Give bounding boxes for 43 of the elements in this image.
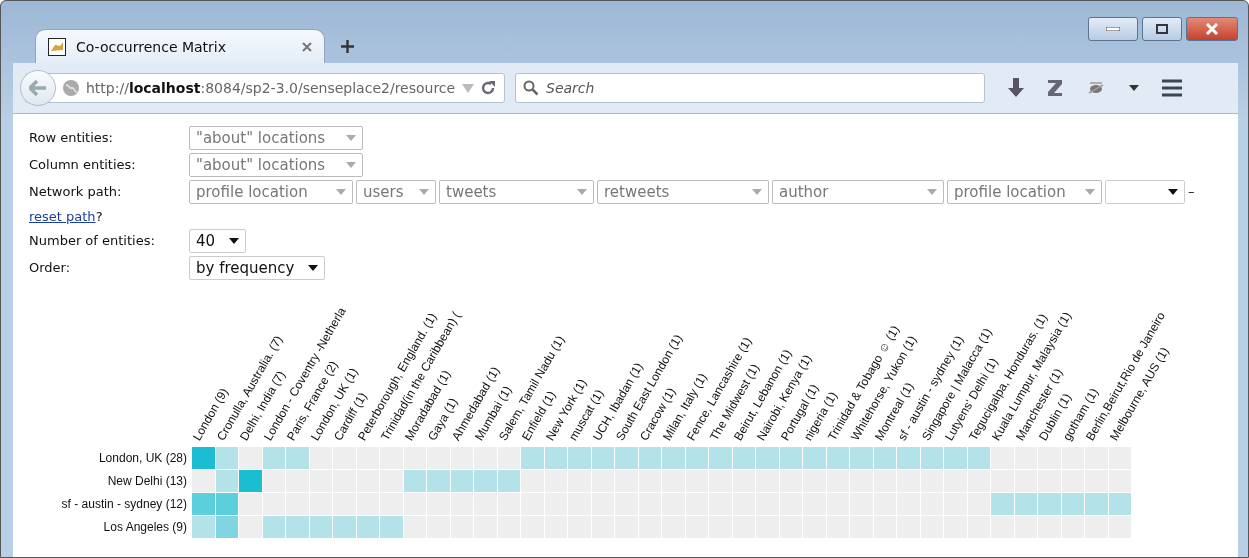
tab-title: Co-occurrence Matrix (76, 38, 228, 55)
dropdown-select[interactable]: 40 (189, 228, 247, 253)
minimize-button[interactable] (1088, 17, 1138, 41)
dropdown-caret-icon (752, 188, 762, 195)
z-icon[interactable] (1047, 79, 1063, 97)
dropdown-caret-icon (346, 134, 356, 141)
row-label: London, UK (28) (97, 450, 188, 467)
dropdown-caret-icon (927, 188, 937, 195)
row-label: sf - austin - sydney (12) (60, 496, 188, 513)
dropdown-caret-icon (1168, 188, 1178, 195)
reload-icon[interactable] (480, 80, 496, 96)
close-window-button[interactable] (1186, 17, 1238, 41)
dash-text: – (1188, 184, 1195, 199)
field-label: Network path: (29, 184, 123, 199)
minimize-icon (1106, 27, 1120, 31)
maximize-button[interactable] (1142, 17, 1182, 41)
row-label: New Delhi (13) (106, 473, 188, 490)
dropdown-caret-icon[interactable] (1129, 85, 1139, 91)
globe-icon (62, 79, 80, 97)
field-label: Row entities: (29, 130, 114, 145)
field-label: Column entities: (29, 157, 137, 172)
close-icon (1205, 23, 1219, 35)
field-label: Number of entities: (29, 233, 156, 248)
maximize-icon (1156, 24, 1168, 34)
dropdown-caret-icon (419, 188, 429, 195)
dropdown-caret-icon (229, 237, 240, 244)
reset-path-link[interactable]: reset path (29, 208, 96, 224)
field-label: Order: (29, 260, 72, 275)
row-label: Los Angeles (9) (102, 519, 188, 536)
dropdown-caret-icon (1085, 188, 1095, 195)
close-icon[interactable] (302, 41, 312, 52)
back-arrow-icon (29, 80, 47, 96)
menu-icon[interactable] (1161, 79, 1183, 97)
dropdown-caret-icon (346, 161, 356, 168)
new-tab-icon[interactable] (341, 40, 354, 53)
dropdown-caret-icon (336, 188, 346, 195)
search-field[interactable]: Search (515, 73, 985, 103)
dropdown-caret-icon (577, 188, 587, 195)
browser-tab[interactable]: Co-occurrence Matrix (35, 29, 325, 63)
dropdown-select[interactable]: by frequency (189, 255, 326, 280)
question-mark-text: ? (95, 208, 103, 224)
download-arrow-icon[interactable] (1007, 78, 1025, 98)
dropdown-caret-icon (308, 264, 319, 271)
